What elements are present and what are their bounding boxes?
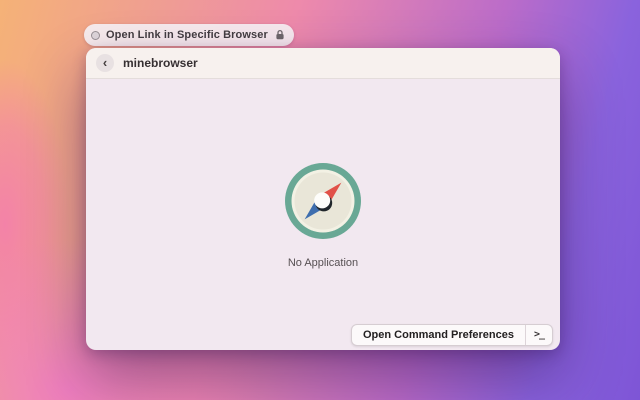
browser-picker-window: ‹ minebrowser No Application Open Comman… (86, 48, 560, 350)
terminal-prompt-icon: >_ (533, 328, 545, 340)
command-title-label: Open Link in Specific Browser (106, 29, 268, 41)
lock-icon (274, 29, 286, 41)
back-chevron-icon: ‹ (102, 54, 108, 70)
compass-icon (285, 163, 361, 239)
back-button[interactable]: ‹ (96, 54, 114, 72)
window-header: ‹ minebrowser (86, 48, 560, 79)
empty-state-message: No Application (287, 257, 359, 269)
search-query-text: minebrowser (123, 56, 198, 70)
command-title-pill[interactable]: Open Link in Specific Browser (84, 24, 294, 46)
open-command-preferences-label: Open Command Preferences (363, 329, 514, 341)
open-command-preferences-button[interactable]: Open Command Preferences >_ (351, 324, 553, 346)
status-dot-icon (91, 30, 100, 40)
